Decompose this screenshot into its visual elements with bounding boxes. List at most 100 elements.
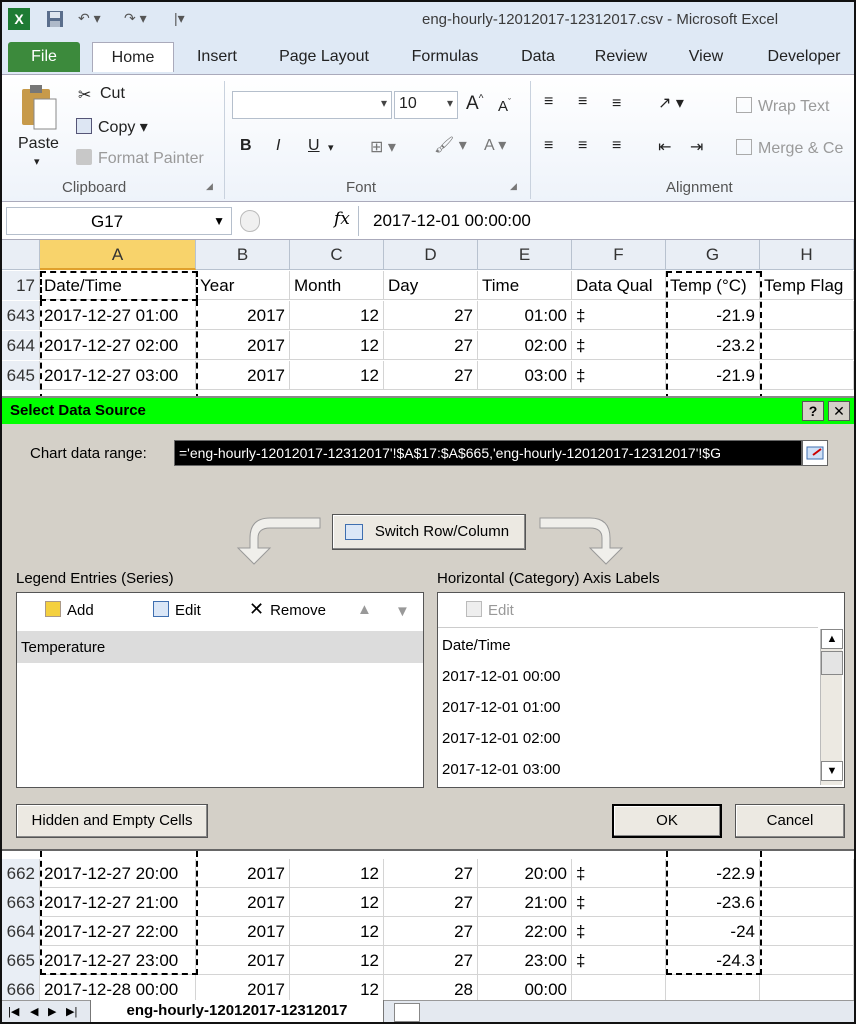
cell[interactable]: ‡ [572,361,666,390]
cell[interactable]: 2017 [196,301,290,330]
cell[interactable]: 2017 [196,946,290,975]
cell[interactable] [760,859,854,888]
cancel-button[interactable]: Cancel [735,804,845,838]
cell[interactable]: -24.3 [666,946,760,975]
cell[interactable]: 12 [290,888,384,917]
cell[interactable]: Year [196,271,290,300]
cell[interactable]: 27 [384,888,478,917]
cell[interactable]: Temp (°C) [666,271,760,300]
cell[interactable]: Month [290,271,384,300]
scrollbar[interactable]: ▲ ▼ [820,629,843,785]
name-box-dropdown-icon[interactable]: ▼ [213,214,225,228]
add-series-button[interactable]: Add [45,601,94,619]
formula-splitter-icon[interactable] [240,210,260,232]
tab-page-layout[interactable]: Page Layout [266,42,382,72]
list-item[interactable]: Date/Time [442,637,511,654]
undo-icon[interactable]: ↶ ▾ [78,10,101,30]
italic-button[interactable]: I [276,137,280,155]
cell[interactable]: ‡ [572,859,666,888]
scroll-thumb[interactable] [821,651,843,675]
shrink-font-icon[interactable]: Aˇ [498,97,511,115]
name-box[interactable]: G17 ▼ [6,207,232,235]
cell[interactable]: 12 [290,859,384,888]
bold-button[interactable]: B [240,137,252,155]
cell[interactable]: 27 [384,331,478,360]
clipboard-launcher-icon[interactable]: ◢ [206,181,213,192]
cell[interactable]: 20:00 [478,859,572,888]
tab-formulas[interactable]: Formulas [400,42,490,72]
column-header-f[interactable]: F [572,240,666,270]
underline-button[interactable]: U [308,137,320,155]
align-right-icon[interactable]: ≡ [612,137,621,155]
font-launcher-icon[interactable]: ◢ [510,181,517,192]
cell[interactable]: ‡ [572,917,666,946]
collapse-dialog-icon[interactable] [802,440,828,466]
cell[interactable]: -24 [666,917,760,946]
cell[interactable]: 12 [290,946,384,975]
cell[interactable]: 2017 [196,331,290,360]
move-down-icon[interactable]: ▼ [395,603,410,620]
align-center-icon[interactable]: ≡ [578,137,587,155]
cell[interactable]: ‡ [572,888,666,917]
list-item[interactable]: 2017-12-01 01:00 [442,699,560,716]
tab-view[interactable]: View [676,42,736,72]
column-header-e[interactable]: E [478,240,572,270]
cell[interactable]: 22:00 [478,917,572,946]
cell[interactable] [760,888,854,917]
font-family-select[interactable]: ▾ [232,91,392,119]
list-item[interactable]: 2017-12-01 03:00 [442,761,560,778]
cell[interactable]: -21.9 [666,361,760,390]
edit-series-button[interactable]: Edit [153,601,201,619]
cell[interactable]: 2017-12-27 20:00 [40,859,196,888]
tab-home[interactable]: Home [92,42,174,72]
move-up-icon[interactable]: ▲ [357,601,372,618]
cell[interactable]: 27 [384,946,478,975]
tab-developer[interactable]: Developer [754,42,854,72]
cell[interactable]: 2017-12-27 21:00 [40,888,196,917]
cell[interactable]: 2017-12-27 03:00 [40,361,196,390]
column-header-h[interactable]: H [760,240,854,270]
cell[interactable]: 12 [290,917,384,946]
cell[interactable]: 03:00 [478,361,572,390]
cell[interactable]: 12 [290,361,384,390]
cell[interactable] [760,917,854,946]
hidden-empty-cells-button[interactable]: Hidden and Empty Cells [16,804,208,838]
row-header[interactable]: 644 [2,331,40,360]
paste-dropdown-icon[interactable]: ▾ [34,155,40,168]
sheet-tab[interactable]: eng-hourly-12012017-12312017 [90,1000,384,1022]
top-align-icon[interactable]: ≡ [544,93,557,111]
scroll-up-icon[interactable]: ▲ [821,629,843,649]
close-button[interactable]: ✕ [828,401,850,421]
underline-dropdown-icon[interactable]: ▾ [328,141,334,154]
cell[interactable]: 2017-12-27 23:00 [40,946,196,975]
cell[interactable]: 12 [290,331,384,360]
column-header-g[interactable]: G [666,240,760,270]
tab-data[interactable]: Data [510,42,566,72]
increase-indent-icon[interactable]: ⇥ [690,137,703,157]
cell[interactable]: -23.6 [666,888,760,917]
cell[interactable]: Day [384,271,478,300]
decrease-indent-icon[interactable]: ⇤ [658,137,671,157]
help-button[interactable]: ? [802,401,824,421]
font-color-icon[interactable]: A ▾ [484,135,506,155]
borders-icon[interactable]: ⊞ ▾ [370,137,396,157]
cell[interactable]: 27 [384,361,478,390]
fill-color-icon[interactable]: 🖌 ▾ [434,135,467,155]
row-header[interactable]: 664 [2,917,40,946]
column-header-a[interactable]: A [40,240,196,270]
list-item[interactable]: Temperature [17,631,423,663]
bottom-align-icon[interactable]: ≡ [612,95,621,113]
chart-data-range-input[interactable]: ='eng-hourly-12012017-12312017'!$A$17:$A… [174,440,802,466]
select-all-corner[interactable] [2,240,40,270]
cell[interactable]: 01:00 [478,301,572,330]
cell[interactable]: ‡ [572,331,666,360]
row-header[interactable]: 643 [2,301,40,330]
orientation-icon[interactable]: ↗ ▾ [658,93,684,113]
first-sheet-icon[interactable]: |◀ [8,1005,19,1018]
save-icon[interactable] [46,10,64,30]
cell[interactable]: Date/Time [40,271,196,300]
cell[interactable] [760,361,854,390]
column-header-b[interactable]: B [196,240,290,270]
cell[interactable]: 2017-12-27 02:00 [40,331,196,360]
tab-review[interactable]: Review [584,42,658,72]
